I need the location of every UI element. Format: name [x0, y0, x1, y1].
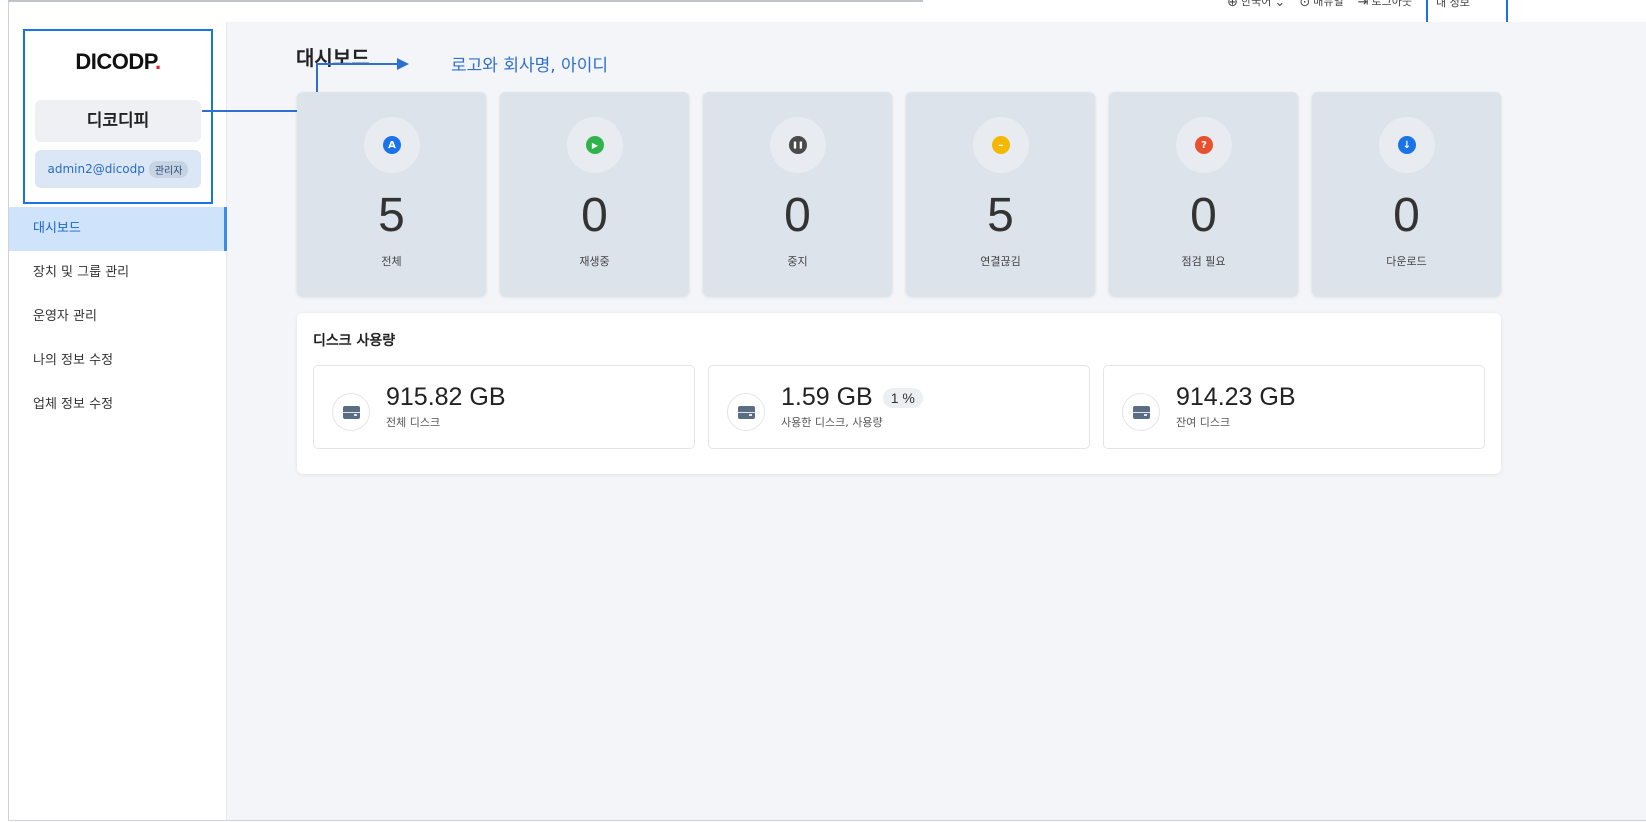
help-circle-icon: ⊙ [1299, 0, 1311, 9]
sidebar-item-dashboard[interactable]: 대시보드 [9, 207, 227, 251]
stat-icon-wrap: A [364, 117, 420, 173]
sidebar-item-company-info[interactable]: 업체 정보 수정 [9, 383, 227, 427]
hard-drive-icon [342, 405, 360, 419]
stat-card-all[interactable]: A 5 전체 [297, 92, 486, 296]
download-icon: ↓ [1398, 136, 1416, 154]
manual-label: 매뉴얼 [1313, 0, 1344, 8]
top-divider [8, 0, 923, 2]
annotation-text: 로고와 회사명, 아이디 [451, 56, 608, 76]
stat-value: 5 [378, 189, 405, 242]
hard-drive-icon [737, 405, 755, 419]
globe-icon: ⊕ [1227, 0, 1239, 9]
disk-label: 사용한 디스크, 사용량 [781, 416, 883, 429]
disk-label: 전체 디스크 [386, 416, 441, 429]
stat-icon-wrap: ▶ [567, 117, 623, 173]
role-badge: 관리자 [148, 160, 189, 178]
disk-value: 914.23 GB [1176, 383, 1296, 411]
stat-value: 0 [1190, 189, 1217, 242]
language-selector[interactable]: ⊕ 한국어 ⌄ [1227, 0, 1285, 9]
stat-label: 다운로드 [1386, 255, 1427, 268]
stat-icon-wrap: ? [1176, 117, 1232, 173]
chevron-down-icon: ⌄ [1274, 0, 1286, 9]
disk-usage-title: 디스크 사용량 [313, 333, 396, 349]
stat-value: 0 [784, 189, 811, 242]
all-icon: A [383, 136, 401, 154]
user-id: admin2@dicodp [47, 162, 145, 176]
user-id-box: admin2@dicodp 관리자 [35, 150, 201, 188]
stat-label: 재생중 [579, 255, 610, 268]
stat-icon-wrap: ❚❚ [770, 117, 826, 173]
stat-cards: A 5 전체 ▶ 0 재생중 ❚❚ 0 중지 – 5 연결끊김 ? 0 점검 필… [297, 92, 1501, 296]
stat-label: 중지 [787, 255, 808, 268]
question-icon: ? [1195, 136, 1213, 154]
top-bar: ⊕ 한국어 ⌄ ⊙ 매뉴얼 ⇥ 로그아웃 내 정보 [1227, 0, 1646, 25]
logout-link[interactable]: ⇥ 로그아웃 [1358, 0, 1412, 9]
main-content: 대시보드 로고와 회사명, 아이디 A 5 전체 ▶ 0 재생중 ❚❚ 0 중지… [202, 22, 1646, 820]
stat-value: 0 [1393, 189, 1420, 242]
highlighted-menu-label: 내 정보 [1436, 0, 1470, 9]
usage-percent-badge: 1 % [882, 387, 923, 408]
sidebar: DICODP. 디코디피 admin2@dicodp 관리자 대시보드 장치 및… [9, 22, 227, 820]
stat-value: 0 [581, 189, 608, 242]
stat-value: 5 [987, 189, 1014, 242]
stat-card-needs-check[interactable]: ? 0 점검 필요 [1109, 92, 1298, 296]
disk-value: 1.59 GB 1 % [781, 383, 923, 412]
stat-card-download[interactable]: ↓ 0 다운로드 [1312, 92, 1501, 296]
hard-drive-icon [1132, 405, 1150, 419]
disk-icon-wrap [1122, 393, 1160, 431]
sidebar-item-my-info[interactable]: 나의 정보 수정 [9, 339, 227, 383]
disk-card-total: 915.82 GB 전체 디스크 [313, 365, 695, 449]
stat-card-stopped[interactable]: ❚❚ 0 중지 [703, 92, 892, 296]
logout-label: 로그아웃 [1371, 0, 1412, 8]
sidebar-nav: 대시보드 장치 및 그룹 관리 운영자 관리 나의 정보 수정 업체 정보 수정 [9, 207, 227, 427]
sidebar-item-operators[interactable]: 운영자 관리 [9, 295, 227, 339]
disk-icon-wrap [332, 393, 370, 431]
profile-panel: DICODP. 디코디피 admin2@dicodp 관리자 [23, 29, 213, 204]
disk-value: 915.82 GB [386, 383, 506, 411]
play-icon: ▶ [586, 136, 604, 154]
disk-cards: 915.82 GB 전체 디스크 1.59 GB 1 % 사용한 디스크, 사용량… [313, 365, 1485, 449]
company-name: 디코디피 [35, 100, 201, 142]
manual-link[interactable]: ⊙ 매뉴얼 [1299, 0, 1343, 9]
disk-icon-wrap [727, 393, 765, 431]
stat-icon-wrap: ↓ [1379, 117, 1435, 173]
disconnected-icon: – [992, 136, 1010, 154]
disk-label: 잔여 디스크 [1176, 416, 1231, 429]
stat-card-disconnected[interactable]: – 5 연결끊김 [906, 92, 1095, 296]
logout-icon: ⇥ [1357, 0, 1369, 9]
sidebar-item-devices-groups[interactable]: 장치 및 그룹 관리 [9, 251, 227, 295]
stat-label: 연결끊김 [980, 255, 1021, 268]
language-label: 한국어 [1241, 0, 1272, 8]
stat-label: 전체 [381, 255, 402, 268]
company-logo: DICODP. [75, 49, 161, 74]
disk-usage-panel: 디스크 사용량 915.82 GB 전체 디스크 1.59 GB 1 % 사용한 … [297, 313, 1501, 474]
disk-card-remaining: 914.23 GB 잔여 디스크 [1103, 365, 1485, 449]
disk-card-used: 1.59 GB 1 % 사용한 디스크, 사용량 [708, 365, 1090, 449]
stat-icon-wrap: – [973, 117, 1029, 173]
stat-card-playing[interactable]: ▶ 0 재생중 [500, 92, 689, 296]
pause-icon: ❚❚ [789, 136, 807, 154]
stat-label: 점검 필요 [1181, 255, 1226, 268]
